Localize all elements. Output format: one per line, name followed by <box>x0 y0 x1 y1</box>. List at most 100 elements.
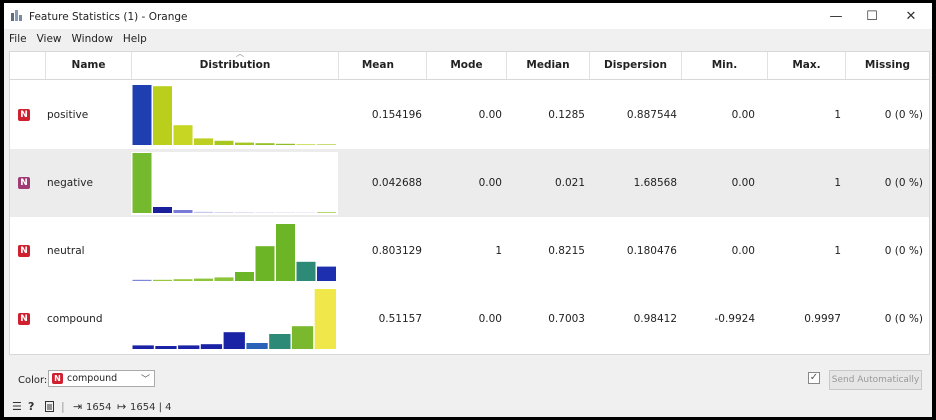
histogram-bar <box>132 279 152 281</box>
table-row[interactable]: Nnegative 0.042688 0.00 0.021 1.68568 0.00 1 0 … <box>10 149 929 217</box>
menu-view[interactable]: View <box>32 31 67 49</box>
median-value: 0.021 <box>554 177 585 189</box>
chevron-down-icon: ﹀ <box>140 375 150 385</box>
column-header-median[interactable]: Median <box>506 52 589 79</box>
histogram-bar <box>214 140 234 145</box>
input-count: 1654 <box>86 402 112 413</box>
mean-value: 0.042688 <box>371 177 422 189</box>
output-icon: ↦ <box>117 400 127 413</box>
histogram-bar <box>255 246 275 281</box>
mean-value: 0.51157 <box>378 313 422 325</box>
missing-value: 0 (0 %) <box>884 109 923 121</box>
histogram-bar <box>276 212 295 213</box>
column-header-dispersion[interactable]: Dispersion <box>589 52 681 79</box>
histogram-bar <box>155 346 177 349</box>
histogram-bar <box>276 224 295 281</box>
histogram-bar <box>255 143 275 145</box>
missing-value: 0 (0 %) <box>884 177 923 189</box>
numeric-variable-icon: N <box>18 313 30 325</box>
histogram-bar <box>173 125 193 145</box>
send-automatically-button[interactable]: Send Automatically <box>829 370 922 390</box>
histogram-bar <box>132 345 154 349</box>
distribution-histogram <box>131 288 338 351</box>
feature-name: negative <box>47 177 93 189</box>
histogram-bar <box>235 272 254 281</box>
histogram-bar <box>246 343 268 349</box>
histogram-bar <box>223 332 245 349</box>
column-header-missing[interactable]: Missing <box>845 52 929 79</box>
min-value: 0.00 <box>731 177 755 189</box>
table-header: Name Distribution Mean Mode Median Dispe… <box>10 52 929 80</box>
mean-value: 0.154196 <box>371 109 422 121</box>
histogram-bar <box>291 326 314 349</box>
menu-file[interactable]: File <box>4 31 32 49</box>
close-icon: ✕ <box>905 8 917 24</box>
histogram-bar <box>235 212 254 213</box>
numeric-variable-icon: N <box>52 373 63 384</box>
mode-value: 0.00 <box>478 177 502 189</box>
feature-statistics-window: Feature Statistics (1) - Orange — ☐ ✕ Fi… <box>4 3 932 417</box>
minimize-button[interactable]: — <box>819 5 853 27</box>
histogram-bar <box>178 345 200 349</box>
report-icon[interactable] <box>45 401 54 412</box>
histogram-bar <box>132 153 152 213</box>
column-header-mean-label: Mean <box>361 59 394 71</box>
distribution-histogram <box>131 84 338 147</box>
histogram-bar <box>173 279 193 281</box>
table-row[interactable]: Ncompound 0.51157 0.00 0.7003 0.98412 -0.9924… <box>10 285 929 353</box>
dispersion-value: 0.180476 <box>626 245 677 257</box>
numeric-variable-icon: N <box>18 109 30 121</box>
distribution-histogram <box>131 152 338 215</box>
max-value: 1 <box>834 177 841 189</box>
column-header-mean[interactable]: Mean <box>338 52 426 79</box>
distribution-histogram <box>131 220 338 283</box>
orange-app-icon <box>11 10 22 21</box>
window-title: Feature Statistics (1) - Orange <box>29 11 188 23</box>
mode-value: 1 <box>495 245 502 257</box>
histogram-bar <box>296 261 316 281</box>
histogram-bar <box>235 142 254 145</box>
min-value: 0.00 <box>731 109 755 121</box>
histogram-bar <box>317 266 336 281</box>
statistics-table[interactable]: Name Distribution Mean Mode Median Dispe… <box>9 51 930 355</box>
hamburger-menu-icon[interactable]: ☰ <box>12 400 22 413</box>
histogram-bar <box>214 212 234 213</box>
column-header-mode[interactable]: Mode <box>426 52 506 79</box>
histogram-bar <box>214 277 234 281</box>
histogram-bar <box>255 212 275 213</box>
column-header-max[interactable]: Max. <box>767 52 845 79</box>
histogram-bar <box>194 278 213 281</box>
missing-value: 0 (0 %) <box>884 313 923 325</box>
max-value: 0.9997 <box>804 313 841 325</box>
histogram-bar <box>132 85 152 145</box>
column-header-distribution-label: Distribution <box>199 59 271 71</box>
min-value: 0.00 <box>731 245 755 257</box>
numeric-variable-icon: N <box>18 177 30 189</box>
table-row[interactable]: Npositive 0.154196 0.00 0.1285 0.887544 0.00 1… <box>10 81 929 149</box>
mode-value: 0.00 <box>478 109 502 121</box>
column-header-name[interactable]: Name <box>45 52 131 79</box>
histogram-bar <box>276 143 295 145</box>
feature-name: compound <box>47 313 103 325</box>
send-automatically-checkbox[interactable]: ✓ <box>808 372 820 384</box>
input-icon: ⇥ <box>73 400 83 413</box>
mode-value: 0.00 <box>478 313 502 325</box>
maximize-button[interactable]: ☐ <box>855 5 889 27</box>
title-bar: Feature Statistics (1) - Orange — ☐ ✕ <box>4 3 932 29</box>
menu-help[interactable]: Help <box>118 31 152 49</box>
median-value: 0.7003 <box>548 313 585 325</box>
histogram-bar <box>314 289 336 349</box>
histogram-bar <box>153 279 172 281</box>
help-icon[interactable]: ? <box>28 400 34 413</box>
menu-window[interactable]: Window <box>67 31 118 49</box>
histogram-bar <box>296 144 316 145</box>
histogram-bar <box>153 207 172 213</box>
separator: | <box>61 400 65 413</box>
table-row[interactable]: Nneutral 0.803129 1 0.8215 0.180476 0.00 1 0 (0… <box>10 217 929 285</box>
column-header-distribution[interactable]: Distribution <box>131 52 338 79</box>
color-select[interactable]: N compound ﹀ <box>48 370 155 387</box>
column-header-min[interactable]: Min. <box>681 52 767 79</box>
output-count: 1654 | 4 <box>130 402 172 413</box>
close-button[interactable]: ✕ <box>894 5 928 27</box>
minimize-icon: — <box>829 8 843 24</box>
